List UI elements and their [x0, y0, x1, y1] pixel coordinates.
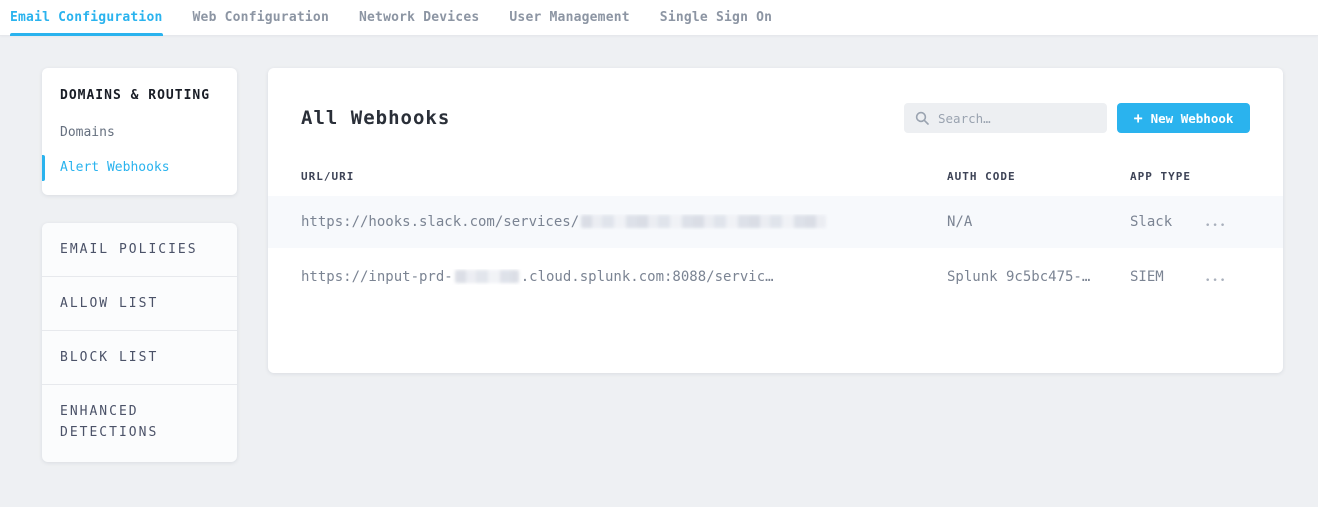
- search-icon: [915, 111, 929, 125]
- url-text: .cloud.splunk.com:8088/servic…: [521, 269, 774, 285]
- sidebar-item-alert-webhooks[interactable]: Alert Webhooks: [42, 154, 237, 181]
- tab-single-sign-on[interactable]: Single Sign On: [660, 0, 772, 35]
- sidebar-item-enhanced-detections[interactable]: ENHANCED DETECTIONS: [42, 385, 237, 459]
- panel-header: All Webhooks + New Webhook: [268, 103, 1283, 133]
- search-box: [904, 103, 1107, 133]
- table-header-row: URL/URI AUTH CODE APP TYPE: [268, 170, 1283, 184]
- row-menu-ellipsis-icon[interactable]: •••: [1205, 221, 1227, 231]
- top-nav: Email Configuration Web Configuration Ne…: [0, 0, 1318, 36]
- tab-email-configuration[interactable]: Email Configuration: [10, 0, 163, 35]
- tab-label: User Management: [509, 10, 629, 25]
- column-header-url: URL/URI: [301, 170, 947, 184]
- page: Email Configuration Web Configuration Ne…: [0, 0, 1318, 507]
- new-webhook-button[interactable]: + New Webhook: [1117, 103, 1250, 133]
- sidebar-item-block-list[interactable]: BLOCK LIST: [42, 331, 237, 385]
- auth-code: Splunk 9c5bc475-…: [947, 269, 1130, 285]
- table-row: https://hooks.slack.com/services/ N/A Sl…: [268, 196, 1283, 248]
- column-header-app: APP TYPE: [1130, 170, 1205, 184]
- search-input[interactable]: [904, 103, 1107, 133]
- table-row: https://input-prd- .cloud.splunk.com:8088…: [268, 248, 1283, 306]
- sidebar-item-email-policies[interactable]: EMAIL POLICIES: [42, 223, 237, 277]
- sidebar-item-domains[interactable]: Domains: [42, 119, 237, 146]
- policy-sections-card: EMAIL POLICIES ALLOW LIST BLOCK LIST ENH…: [42, 223, 237, 462]
- column-header-menu: [1205, 170, 1250, 184]
- tab-label: Email Configuration: [10, 10, 163, 25]
- app-type: Slack: [1130, 214, 1205, 230]
- page-title: All Webhooks: [301, 107, 450, 129]
- domains-routing-card: DOMAINS & ROUTING Domains Alert Webhooks: [42, 68, 237, 195]
- row-menu-ellipsis-icon[interactable]: •••: [1205, 276, 1227, 286]
- active-tab-indicator: [10, 33, 163, 36]
- column-header-auth: AUTH CODE: [947, 170, 1130, 184]
- tab-web-configuration[interactable]: Web Configuration: [193, 0, 329, 35]
- url-text: https://input-prd-: [301, 269, 453, 285]
- webhook-url: https://hooks.slack.com/services/: [301, 214, 947, 230]
- tab-network-devices[interactable]: Network Devices: [359, 0, 479, 35]
- active-item-indicator: [42, 155, 45, 181]
- webhooks-panel: All Webhooks + New Webhook URL/URI AUTH …: [268, 68, 1283, 373]
- tab-label: Web Configuration: [193, 10, 329, 25]
- plus-icon: +: [1134, 111, 1143, 126]
- redacted-blur: [455, 270, 519, 283]
- redacted-blur: [581, 215, 826, 228]
- url-text: https://hooks.slack.com/services/: [301, 214, 579, 230]
- sidebar-item-allow-list[interactable]: ALLOW LIST: [42, 277, 237, 331]
- app-type: SIEM: [1130, 269, 1205, 285]
- tab-user-management[interactable]: User Management: [509, 0, 629, 35]
- sidebar-item-label: Alert Webhooks: [60, 160, 170, 175]
- domains-routing-header: DOMAINS & ROUTING: [42, 88, 237, 103]
- webhook-url: https://input-prd- .cloud.splunk.com:8088…: [301, 269, 947, 285]
- tab-label: Single Sign On: [660, 10, 772, 25]
- sidebar-item-label: Domains: [60, 125, 115, 140]
- tab-label: Network Devices: [359, 10, 479, 25]
- new-webhook-label: New Webhook: [1151, 111, 1234, 126]
- auth-code: N/A: [947, 214, 1130, 230]
